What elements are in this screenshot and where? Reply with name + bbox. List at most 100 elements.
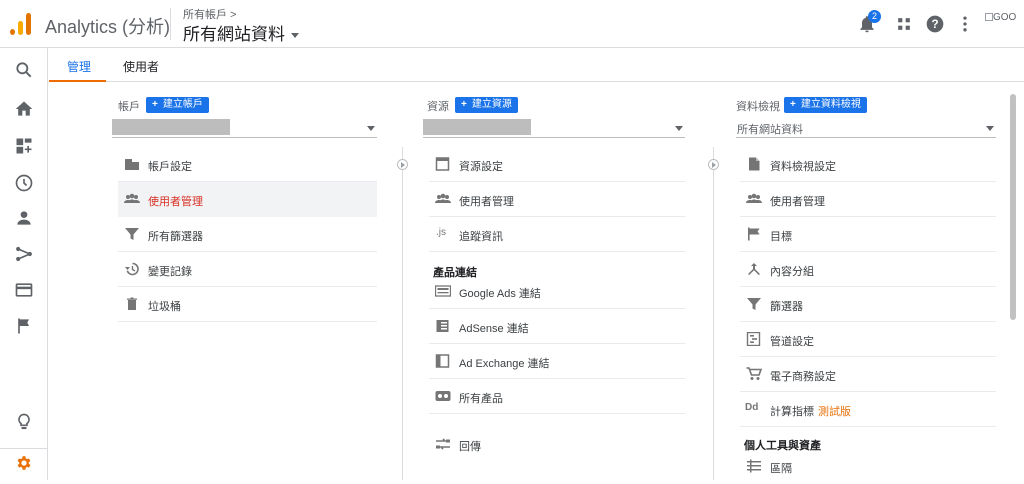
redacted-property-name — [423, 119, 531, 135]
home-icon[interactable] — [14, 99, 34, 119]
menu-label: 篩選器 — [770, 301, 803, 313]
menu-content-grouping[interactable]: 內容分組 — [740, 252, 996, 287]
beta-badge: 測試版 — [818, 406, 851, 418]
property-view-selector[interactable]: 所有網站資料 — [183, 20, 299, 45]
postback-icon — [436, 438, 450, 450]
header-divider — [170, 8, 171, 40]
create-property-label: 建立資源 — [471, 99, 512, 110]
arrow-right-icon — [397, 159, 408, 170]
menu-label: 變更記錄 — [148, 266, 192, 278]
admin-settings-item[interactable] — [0, 448, 48, 476]
more-vert-icon[interactable] — [955, 14, 975, 34]
js-icon: .js — [436, 227, 446, 238]
menu-property-user-management[interactable]: 使用者管理 — [429, 182, 685, 217]
menu-label: 內容分組 — [770, 266, 814, 278]
create-view-button[interactable]: + 建立資料檢視 — [784, 97, 867, 113]
menu-label: 計算指標 — [770, 406, 814, 418]
menu-goals[interactable]: 目標 — [740, 217, 996, 252]
column-divider — [713, 147, 714, 480]
window-icon — [435, 157, 450, 171]
menu-label: 使用者管理 — [459, 196, 514, 208]
menu-calculated-metrics[interactable]: Dd 計算指標 測試版 — [740, 392, 996, 427]
behavior-icon[interactable] — [14, 280, 34, 300]
acquisition-icon[interactable] — [14, 244, 34, 264]
property-selector[interactable] — [423, 118, 685, 138]
plus-icon: + — [152, 99, 158, 110]
redacted-account-name — [112, 119, 230, 135]
menu-label: 所有篩選器 — [148, 231, 203, 243]
menu-label: 回傳 — [459, 441, 481, 453]
gear-icon — [17, 456, 31, 470]
help-icon[interactable]: ? — [925, 14, 945, 34]
menu-view-filters[interactable]: 篩選器 — [740, 287, 996, 322]
menu-label: Google Ads 連結 — [459, 288, 541, 300]
filter-icon — [747, 298, 761, 310]
menu-adsense-linking[interactable]: AdSense 連結 — [429, 309, 685, 344]
lightbulb-icon[interactable] — [14, 412, 34, 432]
menu-segments[interactable]: 區隔 — [740, 449, 996, 484]
plus-icon: + — [461, 99, 467, 110]
menu-label: 目標 — [770, 231, 792, 243]
menu-google-ads-linking[interactable]: Google Ads 連結 — [429, 274, 685, 309]
menu-account-settings[interactable]: 帳戶設定 — [118, 147, 377, 182]
avatar-alt-text: GOO — [993, 12, 1017, 23]
menu-tracking-info[interactable]: .js 追蹤資訊 — [429, 217, 685, 252]
menu-property-settings[interactable]: 資源設定 — [429, 147, 685, 182]
apps-grid-icon[interactable] — [894, 14, 914, 34]
menu-label: 管道設定 — [770, 336, 814, 348]
account-column: 帳戶 + 建立帳戶 帳戶設定 使用者管理 所有篩選器 變更記錄 垃圾桶 — [112, 82, 377, 480]
avatar[interactable]: GOO — [985, 12, 1024, 36]
menu-label: 追蹤資訊 — [459, 231, 503, 243]
account-selector[interactable] — [112, 118, 377, 138]
menu-ecommerce-settings[interactable]: 電子商務設定 — [740, 357, 996, 392]
caret-down-icon — [367, 126, 375, 131]
menu-label-wrap: 計算指標 測試版 — [770, 403, 851, 419]
analytics-logo-icon[interactable] — [10, 11, 32, 35]
create-account-button[interactable]: + 建立帳戶 — [146, 97, 209, 113]
caret-down-icon — [675, 126, 683, 131]
menu-label: 電子商務設定 — [770, 371, 836, 383]
left-nav-rail — [0, 48, 48, 480]
tab-user[interactable]: 使用者 — [123, 58, 159, 75]
trash-icon — [127, 297, 137, 310]
svg-text:?: ? — [931, 18, 938, 31]
menu-all-products[interactable]: 所有產品 — [429, 379, 685, 414]
adsense-icon — [436, 320, 449, 332]
menu-adexchange-linking[interactable]: Ad Exchange 連結 — [429, 344, 685, 379]
menu-change-history[interactable]: 變更記錄 — [118, 252, 377, 287]
menu-trash[interactable]: 垃圾桶 — [118, 287, 377, 322]
vertical-scrollbar[interactable] — [1010, 94, 1016, 320]
arrow-right-icon — [708, 159, 719, 170]
search-icon[interactable] — [14, 60, 34, 80]
person-icon[interactable] — [14, 208, 34, 228]
active-tab-indicator — [49, 80, 106, 82]
top-header: Analytics (分析) 所有帳戶 > 所有網站資料 2 ? GOO — [0, 0, 1024, 48]
view-column: 資料檢視 + 建立資料檢視 所有網站資料 資料檢視設定 使用者管理 目標 內容分組… — [736, 82, 996, 480]
tab-bar: 管理 使用者 — [49, 48, 1024, 82]
account-heading: 帳戶 — [118, 101, 140, 113]
products-icon — [435, 391, 451, 401]
menu-label: Ad Exchange 連結 — [459, 358, 550, 370]
flag-icon[interactable] — [14, 316, 34, 336]
filter-icon — [125, 228, 139, 240]
tab-admin[interactable]: 管理 — [67, 58, 91, 75]
merge-icon — [748, 263, 760, 275]
create-property-button[interactable]: + 建立資源 — [455, 97, 518, 113]
menu-label: 垃圾桶 — [148, 301, 181, 313]
menu-postback[interactable]: 回傳 — [429, 427, 685, 462]
menu-label: 資源設定 — [459, 161, 503, 173]
menu-account-user-management[interactable]: 使用者管理 — [118, 182, 377, 217]
menu-view-user-management[interactable]: 使用者管理 — [740, 182, 996, 217]
menu-label: 帳戶設定 — [148, 161, 192, 173]
dashboard-add-icon[interactable] — [14, 136, 34, 156]
menu-label: 所有產品 — [459, 393, 503, 405]
menu-all-filters[interactable]: 所有篩選器 — [118, 217, 377, 252]
menu-view-settings[interactable]: 資料檢視設定 — [740, 147, 996, 182]
view-heading: 資料檢視 — [736, 101, 780, 113]
view-selector[interactable]: 所有網站資料 — [736, 118, 996, 138]
menu-channel-settings[interactable]: 管道設定 — [740, 322, 996, 357]
clock-icon[interactable] — [14, 173, 34, 193]
people-icon — [124, 193, 140, 203]
ads-icon — [435, 285, 451, 297]
people-icon — [746, 193, 762, 203]
